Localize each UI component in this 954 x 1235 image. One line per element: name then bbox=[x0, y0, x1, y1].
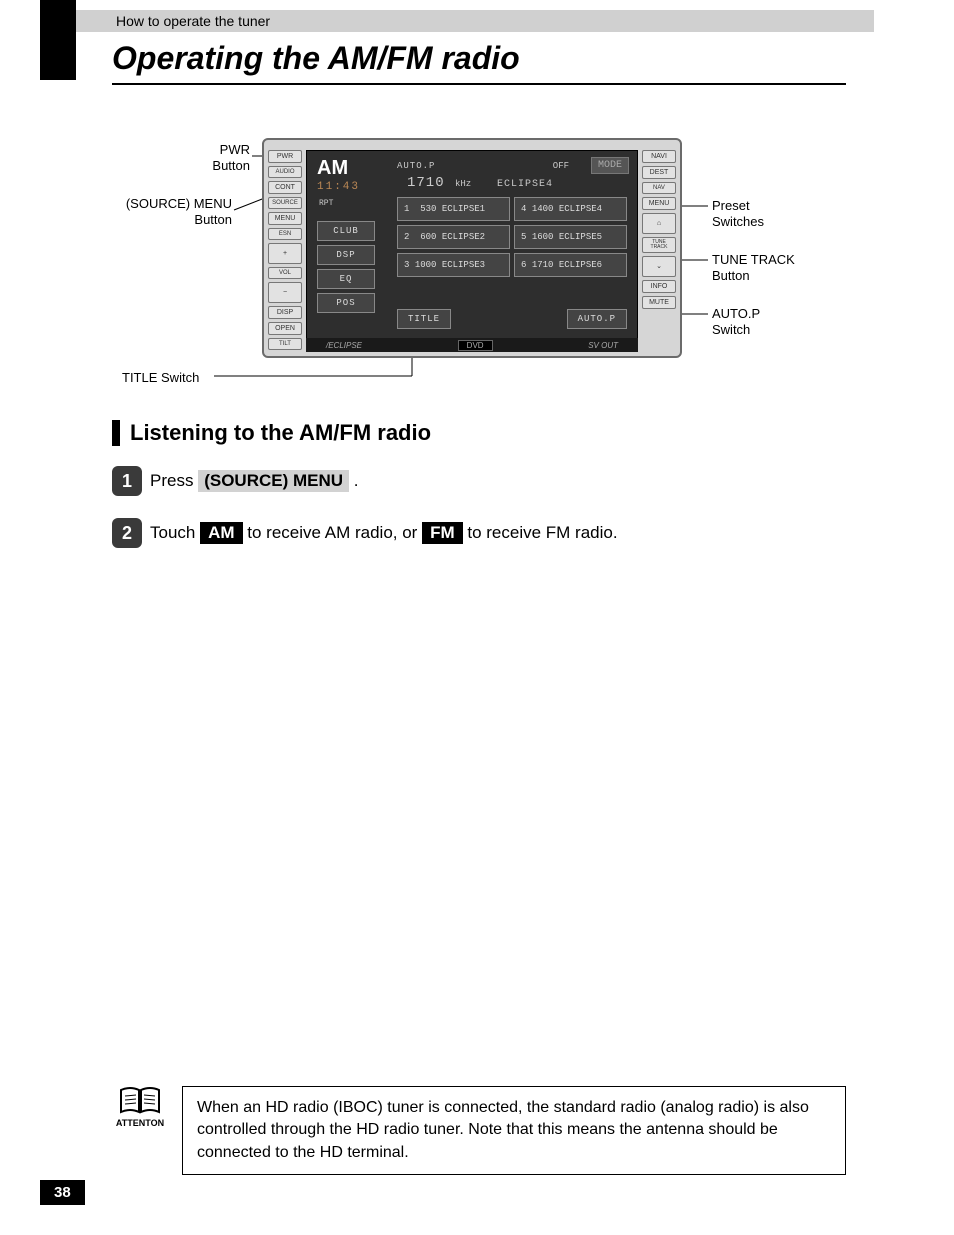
screen-autop-switch[interactable]: AUTO.P bbox=[567, 309, 627, 329]
screen-club-button[interactable]: CLUB bbox=[317, 221, 375, 241]
callout-tune-track: TUNE TRACK Button bbox=[712, 252, 795, 283]
hw-cont-button[interactable]: CONT bbox=[268, 181, 302, 194]
book-icon bbox=[119, 1086, 161, 1116]
screen-band: AM bbox=[317, 157, 348, 180]
source-menu-label: (SOURCE) MENU bbox=[198, 470, 349, 492]
device-diagram: PWR Button (SOURCE) MENU Button TITLE Sw… bbox=[112, 130, 842, 390]
attention-block: ATTENTON When an HD radio (IBOC) tuner i… bbox=[112, 1086, 846, 1175]
hw-vol-up-button[interactable]: + bbox=[268, 243, 302, 264]
screen-freq-unit: kHz bbox=[455, 179, 471, 189]
step-1-number: 1 bbox=[112, 466, 142, 496]
screen-clock: 11:43 bbox=[317, 181, 360, 193]
step-1: 1 Press (SOURCE) MENU . bbox=[112, 466, 846, 496]
hw-esn-button[interactable]: ESN bbox=[268, 228, 302, 240]
hw-pwr-button[interactable]: PWR bbox=[268, 150, 302, 163]
step-2-number: 2 bbox=[112, 518, 142, 548]
section-heading: Listening to the AM/FM radio bbox=[112, 420, 431, 446]
screen-rpt-label: RPT bbox=[319, 199, 333, 208]
hw-navi-button[interactable]: NAVI bbox=[642, 150, 676, 163]
screen-off-indicator: OFF bbox=[553, 161, 569, 171]
am-label: AM bbox=[200, 522, 242, 544]
callout-autop: AUTO.P Switch bbox=[712, 306, 760, 337]
step-1-text: Press (SOURCE) MENU . bbox=[150, 470, 358, 492]
preset-5[interactable]: 5 1600 ECLIPSE5 bbox=[514, 225, 627, 249]
preset-2[interactable]: 2 600 ECLIPSE2 bbox=[397, 225, 510, 249]
screen-side-buttons: CLUB DSP EQ POS bbox=[317, 221, 375, 313]
preset-3[interactable]: 3 1000 ECLIPSE3 bbox=[397, 253, 510, 277]
side-tab bbox=[40, 0, 76, 80]
preset-6[interactable]: 6 1710 ECLIPSE6 bbox=[514, 253, 627, 277]
hw-tune-track-label: TUNE TRACK bbox=[642, 237, 676, 253]
callout-source-menu: (SOURCE) MENU Button bbox=[112, 196, 232, 227]
breadcrumb-text: How to operate the tuner bbox=[116, 13, 270, 29]
screen-pos-button[interactable]: POS bbox=[317, 293, 375, 313]
fm-label: FM bbox=[422, 522, 463, 544]
attention-text: When an HD radio (IBOC) tuner is connect… bbox=[182, 1086, 846, 1175]
screen-title-switch[interactable]: TITLE bbox=[397, 309, 451, 329]
hw-tune-dn-button[interactable]: ⌄ bbox=[642, 256, 676, 277]
device-body: PWR AUDIO CONT SOURCE MENU ESN + VOL − D… bbox=[262, 138, 682, 358]
brand-mid: DVD bbox=[458, 340, 493, 351]
hw-nav-label: NAV bbox=[642, 182, 676, 194]
hw-menu-button[interactable]: MENU bbox=[268, 212, 302, 225]
callout-pwr: PWR Button bbox=[180, 142, 250, 173]
screen-bottom-row: TITLE AUTO.P bbox=[397, 309, 627, 329]
preset-1[interactable]: 1 530 ECLIPSE1 bbox=[397, 197, 510, 221]
step-2: 2 Touch AM to receive AM radio, or FM to… bbox=[112, 518, 846, 548]
hw-info-button[interactable]: INFO bbox=[642, 280, 676, 293]
callout-title-switch: TITLE Switch bbox=[122, 370, 199, 386]
callout-preset: Preset Switches bbox=[712, 198, 764, 229]
step-2-text: Touch AM to receive AM radio, or FM to r… bbox=[150, 522, 618, 544]
screen-mode-button[interactable]: MODE bbox=[591, 157, 629, 174]
screen-station-name: ECLIPSE4 bbox=[497, 179, 553, 190]
breadcrumb: How to operate the tuner bbox=[76, 10, 874, 32]
screen-dsp-button[interactable]: DSP bbox=[317, 245, 375, 265]
attention-icon: ATTENTON bbox=[112, 1086, 168, 1128]
brand-left: /ECLIPSE bbox=[326, 341, 362, 350]
hw-audio-button[interactable]: AUDIO bbox=[268, 166, 302, 178]
screen-eq-button[interactable]: EQ bbox=[317, 269, 375, 289]
hw-vol-label: VOL bbox=[268, 267, 302, 279]
preset-4[interactable]: 4 1400 ECLIPSE4 bbox=[514, 197, 627, 221]
hw-tilt-button[interactable]: TILT bbox=[268, 338, 302, 350]
hw-mute-button[interactable]: MUTE bbox=[642, 296, 676, 309]
hw-dest-button[interactable]: DEST bbox=[642, 166, 676, 179]
hard-button-column-left: PWR AUDIO CONT SOURCE MENU ESN + VOL − D… bbox=[268, 150, 302, 350]
hw-open-button[interactable]: OPEN bbox=[268, 322, 302, 335]
page-title: Operating the AM/FM radio bbox=[112, 40, 846, 85]
attention-label: ATTENTON bbox=[116, 1118, 164, 1128]
touchscreen[interactable]: AM AUTO.P OFF MODE 11:43 1710 kHz ECLIPS… bbox=[306, 150, 638, 340]
preset-grid: 1 530 ECLIPSE1 4 1400 ECLIPSE4 2 600 ECL… bbox=[397, 197, 627, 277]
brand-right: SV OUT bbox=[588, 341, 618, 350]
hw-disp-button[interactable]: DISP bbox=[268, 306, 302, 319]
hw-tune-up-button[interactable]: ⌂ bbox=[642, 213, 676, 234]
brand-strip: /ECLIPSE DVD SV OUT bbox=[306, 338, 638, 352]
hard-button-column-right: NAVI DEST NAV MENU ⌂ TUNE TRACK ⌄ INFO M… bbox=[642, 150, 676, 309]
hw-navmenu-button[interactable]: MENU bbox=[642, 197, 676, 210]
hw-vol-dn-button[interactable]: − bbox=[268, 282, 302, 303]
page-number: 38 bbox=[40, 1180, 85, 1205]
hw-source-button[interactable]: SOURCE bbox=[268, 197, 302, 209]
screen-autop-indicator: AUTO.P bbox=[397, 161, 435, 171]
screen-frequency: 1710 bbox=[407, 175, 445, 191]
steps-list: 1 Press (SOURCE) MENU . 2 Touch AM to re… bbox=[112, 466, 846, 570]
